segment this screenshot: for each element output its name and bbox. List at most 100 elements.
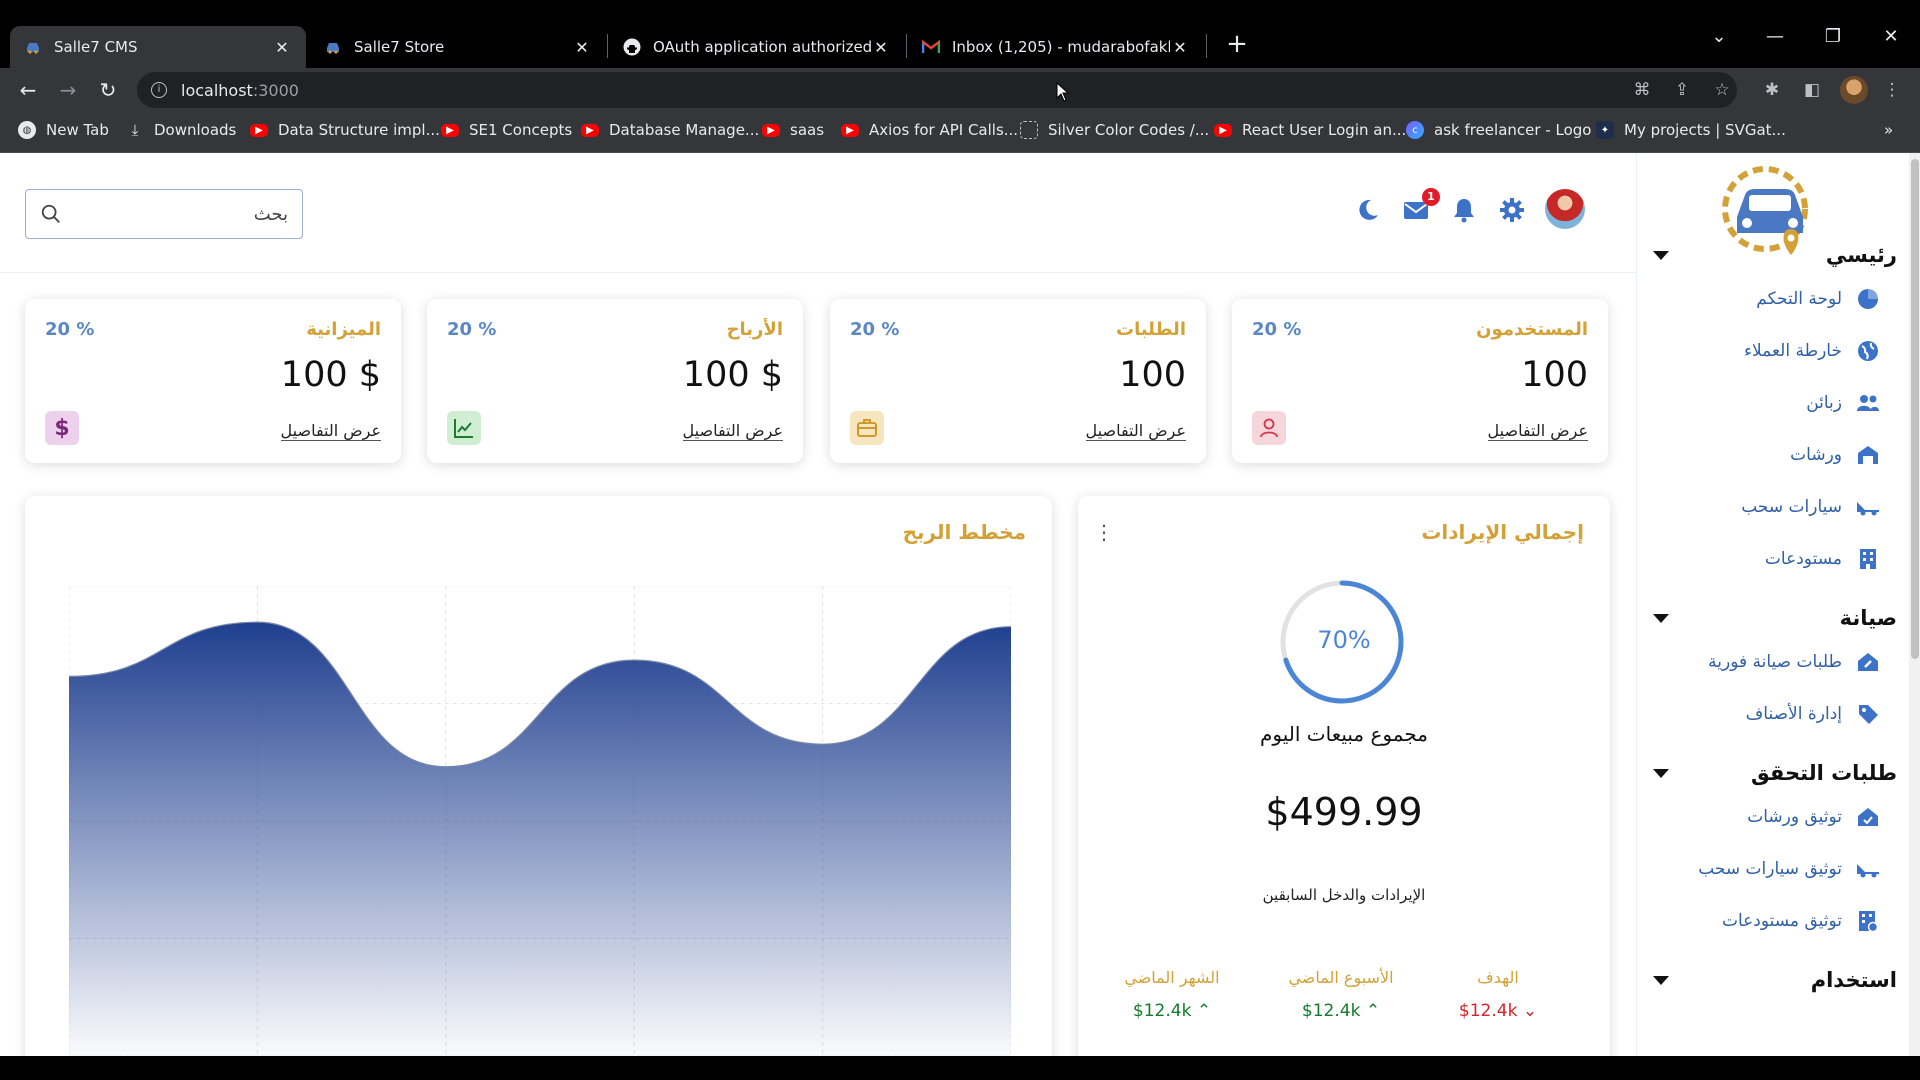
- globe-icon: ◍: [18, 121, 36, 139]
- dark-mode-toggle[interactable]: [1352, 194, 1384, 226]
- bookmark-star-icon[interactable]: ☆: [1710, 78, 1734, 102]
- window-close-icon[interactable]: ✕: [1868, 26, 1914, 47]
- url-port: :3000: [252, 80, 299, 100]
- site-info-icon[interactable]: i: [151, 82, 167, 98]
- bookmark-axios[interactable]: ▶ Axios for API Calls...: [841, 121, 1018, 139]
- target-stat: الهدف $12.4k ⌄: [1413, 968, 1583, 1021]
- sidebar-item-tow-trucks[interactable]: سيارات سحب: [1741, 495, 1880, 519]
- sidebar-item-workshops[interactable]: ورشات: [1790, 443, 1880, 467]
- bookmark-label: My projects | SVGat...: [1624, 121, 1786, 139]
- last-month-stat: الشهر الماضي $12.4k ⌃: [1087, 968, 1257, 1021]
- card-value: 100: [1119, 355, 1186, 395]
- bell-icon: [1454, 199, 1474, 223]
- minimize-icon[interactable]: —: [1752, 26, 1798, 47]
- tab-gmail-inbox[interactable]: Inbox (1,205) - mudarabofakher@ ✕: [908, 26, 1204, 68]
- download-icon: ⤓: [131, 121, 139, 139]
- search-input[interactable]: [62, 203, 288, 225]
- view-details-link[interactable]: عرض التفاصيل: [1487, 421, 1588, 441]
- bookmark-label: Data Structure impl...: [278, 121, 440, 139]
- sidebar-item-categories[interactable]: إدارة الأصناف: [1746, 702, 1880, 726]
- more-options-icon[interactable]: ⋮: [1094, 520, 1114, 544]
- extensions-icon[interactable]: ✱: [1760, 78, 1784, 102]
- bookmark-react-login[interactable]: ▶ React User Login an...: [1214, 121, 1406, 139]
- sidebar-item-verify-workshops[interactable]: توثيق ورشات: [1747, 805, 1880, 829]
- users-icon: [1856, 391, 1880, 415]
- sidebar-item-urgent-maintenance[interactable]: طلبات صيانة فورية: [1708, 650, 1880, 674]
- sidebar-item-customers-map[interactable]: خارطة العملاء: [1744, 339, 1880, 363]
- messages-button[interactable]: 1: [1400, 188, 1440, 226]
- tab-close-icon[interactable]: ✕: [272, 38, 292, 57]
- sidebar-item-clients[interactable]: زبائن: [1806, 391, 1880, 415]
- card-percent: 20 %: [447, 319, 497, 340]
- address-bar[interactable]: i localhost:3000: [137, 72, 1737, 108]
- section-usage-toggle[interactable]: استخدام: [1647, 968, 1897, 992]
- profit-area-chart: [69, 586, 1011, 1056]
- sidebar: رئيسي لوحة التحكم خارطة العملاء زبائن ور…: [1636, 153, 1920, 1056]
- section-maintenance-toggle[interactable]: صيانة: [1647, 606, 1897, 630]
- stat-value: $12.4k: [1132, 1001, 1192, 1021]
- total-revenue-panel: إجمالي الإيرادات ⋮ 70% مجموع مبيعات اليو…: [1078, 496, 1610, 1056]
- bookmark-saas[interactable]: ▶ saas: [762, 121, 824, 139]
- sidebar-item-verify-tow-trucks[interactable]: توثيق سيارات سحب: [1698, 857, 1880, 881]
- bookmark-database[interactable]: ▶ Database Manage...: [581, 121, 759, 139]
- tab-title: Salle7 CMS: [54, 38, 138, 56]
- youtube-icon: ▶: [250, 123, 268, 137]
- tab-close-icon[interactable]: ✕: [572, 38, 592, 57]
- sidebar-item-dashboard[interactable]: لوحة التحكم: [1756, 287, 1880, 311]
- bookmark-new-tab[interactable]: ◍ New Tab: [18, 121, 109, 139]
- card-percent: 20 %: [850, 319, 900, 340]
- sidebar-item-label: توثيق ورشات: [1747, 807, 1842, 827]
- bookmark-silver-colors[interactable]: Silver Color Codes /...: [1020, 121, 1209, 139]
- bookmark-svgator[interactable]: ✦ My projects | SVGat...: [1596, 121, 1786, 139]
- settings-button[interactable]: [1496, 194, 1528, 226]
- tab-search-icon[interactable]: ⌄: [1696, 26, 1742, 47]
- side-panel-icon[interactable]: ◧: [1800, 78, 1824, 102]
- view-details-link[interactable]: عرض التفاصيل: [1085, 421, 1186, 441]
- total-amount: $499.99: [1265, 790, 1423, 834]
- scrollbar-thumb[interactable]: [1911, 159, 1919, 659]
- avatar[interactable]: [1545, 189, 1585, 229]
- gear-icon: [1500, 198, 1524, 222]
- profile-avatar[interactable]: [1840, 76, 1868, 104]
- tab-salle7-cms[interactable]: Salle7 CMS ✕: [10, 26, 306, 68]
- search-box[interactable]: [25, 189, 303, 239]
- bookmark-downloads[interactable]: ⤓ Downloads: [126, 121, 237, 139]
- new-tab-button[interactable]: +: [1222, 30, 1252, 60]
- section-main-toggle[interactable]: رئيسي: [1647, 243, 1897, 267]
- tab-close-icon[interactable]: ✕: [1170, 38, 1190, 57]
- forward-icon[interactable]: →: [54, 76, 82, 104]
- bookmark-ask-freelancer[interactable]: c ask freelancer - Logo: [1406, 121, 1591, 139]
- bookmark-se1[interactable]: ▶ SE1 Concepts: [441, 121, 572, 139]
- section-verification-toggle[interactable]: طلبات التحقق: [1647, 761, 1897, 785]
- translate-icon[interactable]: ⌘: [1630, 78, 1654, 102]
- view-details-link[interactable]: عرض التفاصيل: [682, 421, 783, 441]
- menu-kebab-icon[interactable]: ⋮: [1880, 78, 1904, 102]
- sidebar-item-label: زبائن: [1806, 393, 1842, 413]
- bookmarks-overflow-icon[interactable]: »: [1884, 121, 1893, 139]
- bookmark-label: React User Login an...: [1242, 121, 1407, 139]
- notifications-button[interactable]: [1448, 194, 1480, 226]
- section-title: رئيسي: [1825, 243, 1897, 267]
- tab-oauth[interactable]: OAuth application authorized ✕: [609, 26, 905, 68]
- sidebar-item-verify-warehouses[interactable]: توثيق مستودعات: [1722, 909, 1880, 933]
- youtube-icon: ▶: [581, 123, 599, 137]
- share-icon[interactable]: ⇪: [1670, 78, 1694, 102]
- bookmark-data-structure[interactable]: ▶ Data Structure impl...: [250, 121, 440, 139]
- restore-icon[interactable]: ❐: [1810, 26, 1856, 47]
- sidebar-scrollbar[interactable]: [1909, 153, 1920, 1056]
- stat-label: الهدف: [1477, 968, 1519, 987]
- back-icon[interactable]: ←: [14, 76, 42, 104]
- card-value: 100 $: [280, 355, 381, 395]
- view-details-link[interactable]: عرض التفاصيل: [280, 421, 381, 441]
- tab-separator: [1206, 34, 1207, 58]
- search-icon[interactable]: [40, 203, 62, 225]
- tab-salle7-store[interactable]: Salle7 Store ✕: [310, 26, 606, 68]
- reload-icon[interactable]: ↻: [94, 76, 122, 104]
- briefcase-icon: [850, 411, 884, 445]
- tab-close-icon[interactable]: ✕: [871, 38, 891, 57]
- caret-down-icon: [1653, 250, 1669, 260]
- sidebar-item-warehouses[interactable]: مستودعات: [1765, 547, 1880, 571]
- card-title: الطلبات: [1115, 319, 1186, 340]
- chevron-up-icon: ⌃: [1365, 1001, 1381, 1021]
- youtube-icon: ▶: [762, 123, 780, 137]
